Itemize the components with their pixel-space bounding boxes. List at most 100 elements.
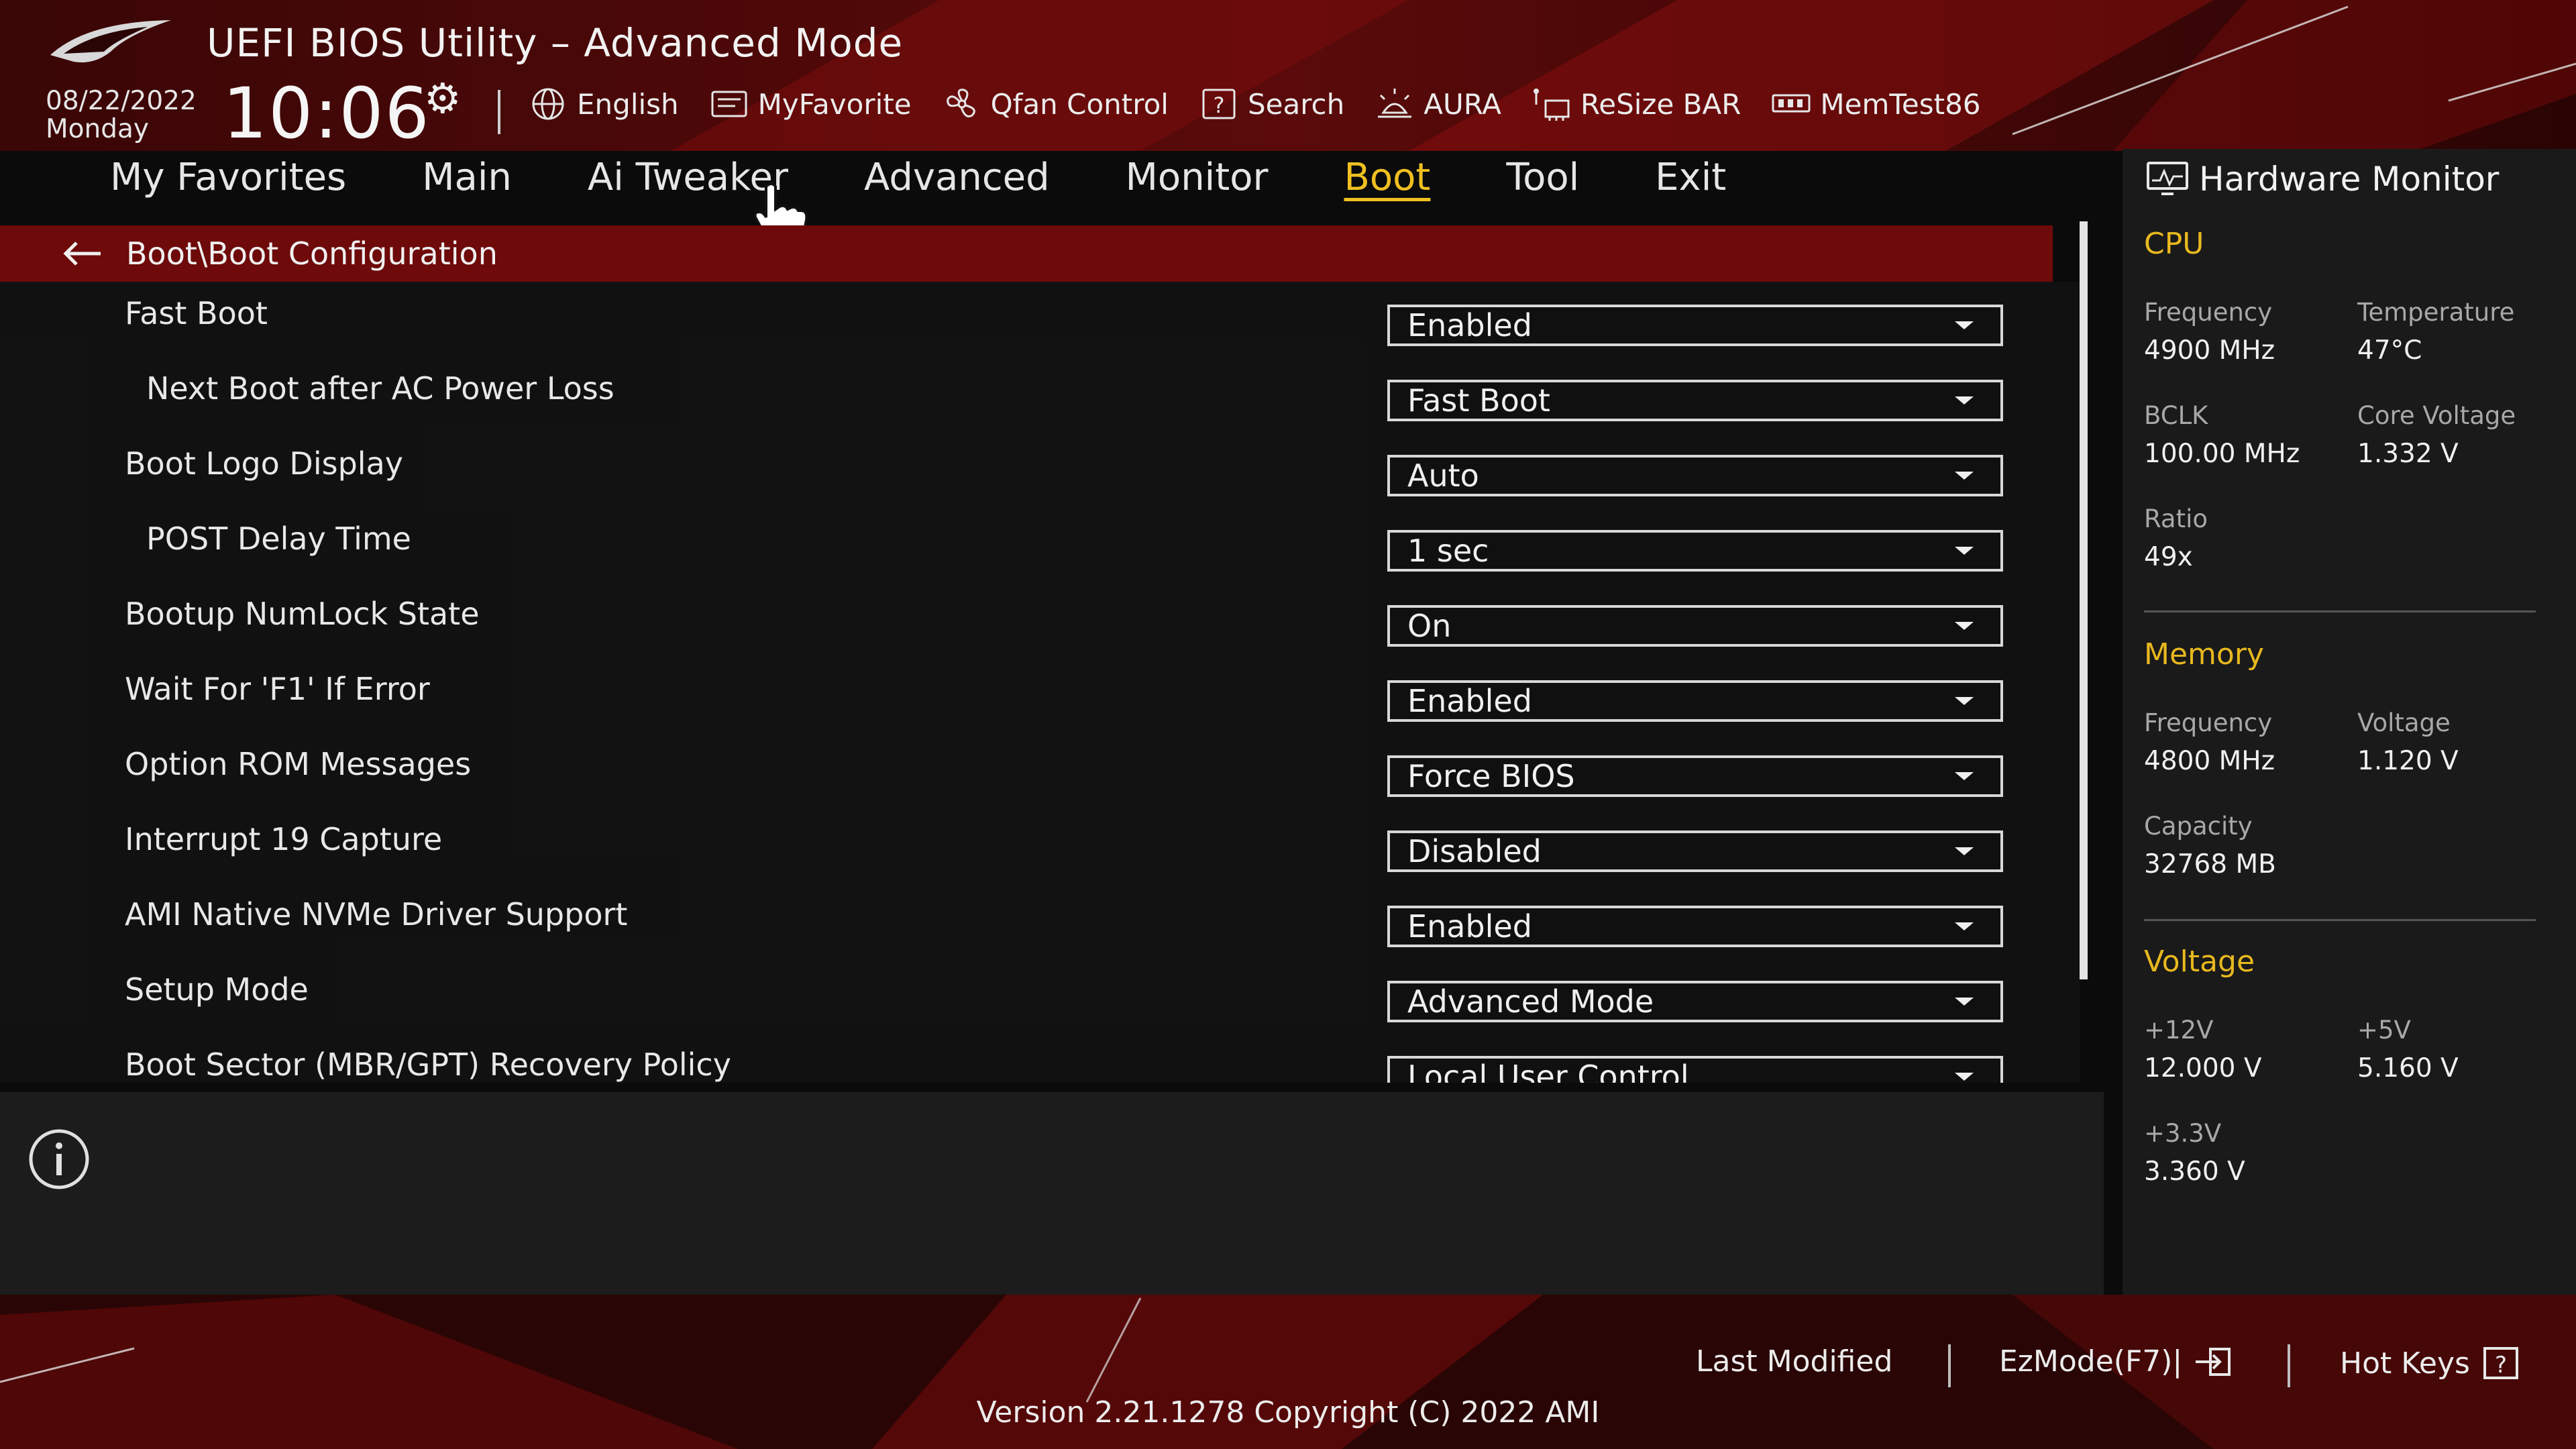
gear-icon[interactable]: ⚙ [424,78,462,119]
last-modified-button[interactable]: Last Modified [1696,1344,1892,1379]
chevron-down-icon [1955,697,1974,705]
core-voltage-value: 1.332 V [2357,439,2459,469]
setting-value: Force BIOS [1407,758,1575,794]
capacity-label: Capacity [2144,812,2253,841]
hot-keys-label: Hot Keys [2340,1346,2470,1381]
aura-button[interactable]: AURA [1374,86,1501,122]
setting-dropdown[interactable]: Enabled [1387,305,2003,346]
svg-text:?: ? [1213,93,1224,118]
setting-row: Fast Boot Enabled [0,282,2080,357]
day-display: Monday [46,114,149,144]
setting-label: Interrupt 19 Capture [125,821,443,857]
setting-dropdown[interactable]: Fast Boot [1387,380,2003,421]
help-icon: ? [2483,1347,2518,1379]
tab-main[interactable]: Main [422,156,512,199]
setting-dropdown[interactable]: On [1387,605,2003,647]
memtest-icon [1772,94,1811,113]
setting-value: 1 sec [1407,533,1489,569]
setting-value: Enabled [1407,307,1532,343]
setting-dropdown[interactable]: Advanced Mode [1387,981,2003,1022]
app-title: UEFI BIOS Utility – Advanced Mode [207,20,904,66]
setting-row: Boot Sector (MBR/GPT) Recovery Policy Lo… [0,1033,2080,1083]
setting-label: POST Delay Time [146,521,411,557]
memory-frequency-value: 4800 MHz [2144,746,2275,776]
tab-monitor[interactable]: Monitor [1126,156,1269,199]
date-display: 08/22/2022 [46,86,197,116]
memory-voltage-label: Voltage [2357,708,2451,737]
setting-dropdown[interactable]: Local User Control [1387,1056,2003,1083]
cpu-frequency-label: Frequency [2144,298,2273,327]
tab-exit[interactable]: Exit [1655,156,1726,199]
settings-scrollbar[interactable] [2080,221,2088,979]
setting-dropdown[interactable]: Force BIOS [1387,755,2003,797]
core-voltage-label: Core Voltage [2357,401,2516,430]
info-icon [29,1129,89,1189]
tab-boot[interactable]: Boot [1344,156,1430,199]
favorite-icon [711,91,747,117]
ezmode-button[interactable]: EzMode(F7)| [1999,1344,2233,1379]
chevron-down-icon [1955,321,1974,329]
setting-value: Disabled [1407,833,1542,869]
setting-label: Option ROM Messages [125,746,472,782]
hot-keys-button[interactable]: Hot Keys ? [2340,1344,2521,1382]
setting-dropdown[interactable]: Enabled [1387,906,2003,947]
tab-advanced[interactable]: Advanced [864,156,1050,199]
setting-value: Enabled [1407,908,1532,945]
v12-label: +12V [2144,1016,2214,1044]
version-text: Version 2.21.1278 Copyright (C) 2022 AMI [976,1395,1600,1430]
qfan-control-button[interactable]: Qfan Control [941,86,1169,122]
back-arrow-icon[interactable] [59,237,107,270]
hw-divider [2144,919,2536,921]
setting-value: On [1407,608,1452,644]
tab-my-favorites[interactable]: My Favorites [110,156,346,199]
chevron-down-icon [1955,772,1974,780]
hw-divider [2144,610,2536,612]
chevron-down-icon [1955,922,1974,930]
search-button[interactable]: ? Search [1198,86,1344,122]
chevron-down-icon [1955,998,1974,1006]
globe-icon [532,88,564,120]
myfavorite-label: MyFavorite [757,87,912,121]
setting-label: Fast Boot [125,295,268,331]
help-panel [0,1092,2104,1295]
resize-bar-button[interactable]: ReSize BAR [1531,86,1741,122]
voltage-heading: Voltage [2144,945,2255,979]
setting-row: Next Boot after AC Power Loss Fast Boot [0,357,2080,432]
hardware-monitor-label: Hardware Monitor [2199,160,2500,199]
time-display[interactable]: 10:06 [223,72,431,154]
setting-label: Boot Sector (MBR/GPT) Recovery Policy [125,1046,731,1083]
setting-label: Bootup NumLock State [125,596,480,632]
setting-label: Wait For 'F1' If Error [125,671,430,707]
v5-value: 5.160 V [2357,1053,2459,1083]
memtest-button[interactable]: MemTest86 [1770,86,1981,122]
monitor-icon [2147,162,2188,195]
setting-dropdown[interactable]: Auto [1387,455,2003,496]
cpu-heading: CPU [2144,227,2204,261]
language-button[interactable]: English [527,86,679,122]
chevron-down-icon [1955,547,1974,555]
v5-label: +5V [2357,1016,2411,1044]
v33-value: 3.360 V [2144,1157,2245,1187]
memtest-label: MemTest86 [1820,87,1981,121]
setting-dropdown[interactable]: Disabled [1387,830,2003,872]
resize-bar-label: ReSize BAR [1580,87,1741,121]
main-tabs: My Favorites Main Ai Tweaker Advanced Mo… [110,156,1726,199]
svg-text:?: ? [2495,1352,2507,1379]
chevron-down-icon [1955,472,1974,480]
setting-row: Interrupt 19 Capture Disabled [0,808,2080,883]
memory-frequency-label: Frequency [2144,708,2273,737]
fan-icon [946,89,975,117]
myfavorite-button[interactable]: MyFavorite [708,86,912,122]
chevron-down-icon [1955,622,1974,630]
tab-tool[interactable]: Tool [1506,156,1579,199]
setting-dropdown[interactable]: 1 sec [1387,530,2003,572]
breadcrumb: Boot\Boot Configuration [0,225,2053,282]
breadcrumb-path: Boot\Boot Configuration [126,235,498,272]
hardware-monitor-title: Hardware Monitor [2144,160,2499,199]
setting-dropdown[interactable]: Enabled [1387,680,2003,722]
setting-value: Fast Boot [1407,382,1550,419]
exit-arrow-icon [2196,1347,2231,1376]
setting-label: Next Boot after AC Power Loss [146,370,614,407]
setting-label: Boot Logo Display [125,445,403,482]
language-label: English [577,87,679,121]
